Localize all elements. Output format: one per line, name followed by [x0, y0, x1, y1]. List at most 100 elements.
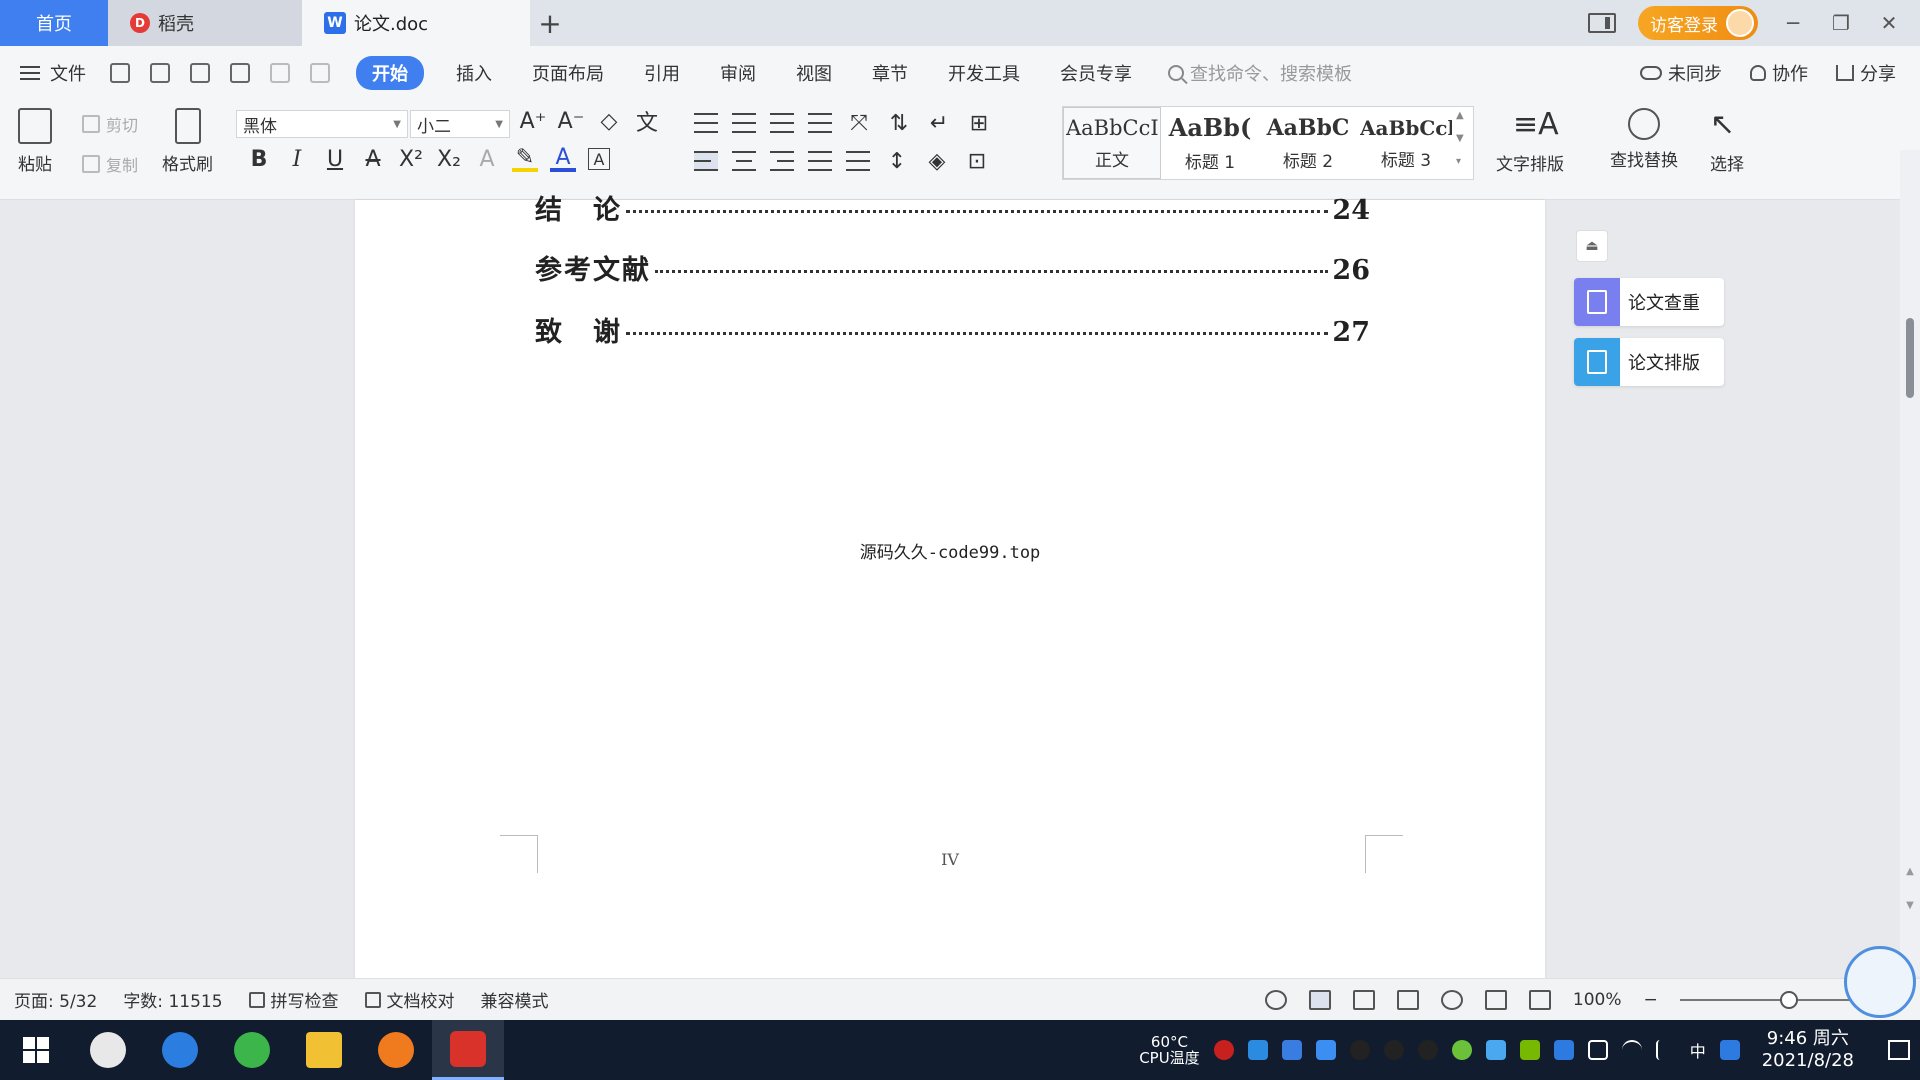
font-size-select[interactable]: 小二 ▼	[410, 110, 510, 138]
tab-start[interactable]: 开始	[356, 56, 424, 90]
file-menu[interactable]: 文件	[20, 60, 86, 86]
tab-member[interactable]: 会员专享	[1040, 60, 1152, 86]
style-gallery-scroll[interactable]: ▲ ▼ ▾	[1456, 110, 1464, 167]
font-family-select[interactable]: 黑体 ▼	[236, 110, 408, 138]
input-method-icon[interactable]	[1719, 1040, 1740, 1060]
redo-icon[interactable]	[310, 63, 330, 83]
assistant-avatar[interactable]	[1844, 946, 1916, 1018]
spell-check-button[interactable]: 拼写检查	[248, 987, 339, 1012]
new-tab-button[interactable]: +	[530, 0, 570, 46]
paste-button[interactable]: 粘贴	[18, 108, 52, 175]
output-icon[interactable]	[150, 63, 170, 83]
numbered-list-icon[interactable]	[732, 113, 756, 133]
align-left-icon[interactable]	[694, 151, 718, 171]
eye-protection-icon[interactable]	[1264, 989, 1287, 1010]
zoom-level[interactable]: 100%	[1573, 990, 1622, 1010]
text-layout-button[interactable]: ≡A 文字排版	[1496, 108, 1564, 176]
paper-layout-button[interactable]: 论文排版	[1574, 338, 1724, 386]
taskbar-app-wps[interactable]	[432, 1020, 504, 1080]
tab-page-layout[interactable]: 页面布局	[512, 60, 624, 86]
style-heading-3[interactable]: AaBbCcl 标题 3	[1357, 107, 1455, 179]
highlight-icon[interactable]: ✎	[512, 145, 538, 172]
page-indicator[interactable]: 页面: 5/32	[14, 987, 97, 1012]
scrollbar-thumb[interactable]	[1906, 318, 1914, 398]
fit-page-icon[interactable]	[1528, 989, 1551, 1010]
decrease-indent-icon[interactable]	[770, 113, 794, 133]
document-page[interactable]: 结 论 24 参考文献 26 致 谢 27 源码久久-code99.top IV	[355, 195, 1545, 978]
tab-insert[interactable]: 插入	[436, 60, 512, 86]
tray-app-icon[interactable]	[1451, 1040, 1472, 1060]
style-normal[interactable]: AaBbCcI 正文	[1063, 107, 1161, 179]
align-right-icon[interactable]	[770, 151, 794, 171]
char-border-icon[interactable]: A	[588, 148, 610, 170]
qq-icon[interactable]	[1417, 1040, 1438, 1060]
collab-button[interactable]: 协作	[1750, 60, 1808, 86]
word-count[interactable]: 字数: 11515	[123, 987, 222, 1012]
tab-review[interactable]: 审阅	[700, 60, 776, 86]
page-view-icon[interactable]	[1308, 989, 1331, 1010]
close-button[interactable]: ✕	[1876, 11, 1902, 35]
system-clock[interactable]: 9:46 周六 2021/8/28	[1762, 1028, 1854, 1072]
superscript-icon[interactable]: X²	[398, 146, 424, 172]
qq-icon[interactable]	[1383, 1040, 1404, 1060]
wifi-icon[interactable]	[1621, 1040, 1642, 1060]
collapse-panel-button[interactable]: ⏏	[1576, 230, 1608, 262]
chinese-layout-icon[interactable]: ⤧	[846, 110, 872, 136]
battery-icon[interactable]	[1587, 1040, 1608, 1060]
outline-view-icon[interactable]	[1352, 989, 1375, 1010]
taskbar-app-game[interactable]	[360, 1020, 432, 1080]
print-preview-icon[interactable]	[230, 63, 250, 83]
cut-button[interactable]: 剪切	[82, 112, 138, 136]
shrink-font-icon[interactable]: A⁻	[558, 108, 585, 134]
restore-button[interactable]: ❐	[1828, 11, 1854, 35]
volume-icon[interactable]	[1655, 1040, 1676, 1060]
expand-icon[interactable]: ▾	[1456, 156, 1464, 167]
chevron-up-icon[interactable]: ▲	[1904, 866, 1916, 878]
shading-icon[interactable]: ◈	[924, 148, 950, 174]
tab-chapter[interactable]: 章节	[852, 60, 928, 86]
find-replace-button[interactable]: 查找替换	[1610, 108, 1678, 171]
subscript-icon[interactable]: X₂	[436, 146, 462, 172]
phonetic-guide-icon[interactable]: 文	[634, 108, 660, 136]
tray-app-icon[interactable]	[1485, 1040, 1506, 1060]
tray-app-icon[interactable]	[1281, 1040, 1302, 1060]
web-view-icon[interactable]	[1440, 989, 1463, 1010]
select-button[interactable]: ↖ 选择	[1710, 108, 1744, 176]
italic-icon[interactable]: I	[284, 146, 310, 172]
taskbar-app-browser[interactable]	[216, 1020, 288, 1080]
reading-view-icon[interactable]	[1396, 989, 1419, 1010]
visitor-login-button[interactable]: 访客登录	[1638, 6, 1758, 40]
style-heading-1[interactable]: AaBb( 标题 1	[1161, 107, 1259, 179]
input-method-indicator[interactable]: 中	[1690, 1038, 1706, 1062]
notification-icon[interactable]	[1888, 1040, 1910, 1060]
save-icon[interactable]	[110, 63, 130, 83]
grow-font-icon[interactable]: A⁺	[520, 108, 547, 134]
command-search[interactable]: 查找命令、搜索模板	[1168, 60, 1352, 86]
tab-daoke[interactable]: D 稻壳	[108, 0, 302, 46]
line-spacing-icon[interactable]: ↕	[884, 148, 910, 174]
vertical-scrollbar[interactable]: ▲ ▼	[1900, 150, 1920, 976]
zoom-slider[interactable]	[1679, 990, 1860, 1009]
justify-icon[interactable]	[808, 151, 832, 171]
font-color-icon[interactable]: A	[550, 145, 576, 172]
window-layout-icon[interactable]	[1588, 13, 1616, 33]
taskbar-app-explorer[interactable]	[288, 1020, 360, 1080]
sort-icon[interactable]: ⇅	[886, 110, 912, 136]
bluetooth-icon[interactable]	[1553, 1040, 1574, 1060]
zoom-out-button[interactable]: −	[1644, 990, 1658, 1010]
zoom-slider-knob[interactable]	[1779, 990, 1798, 1009]
tab-view[interactable]: 视图	[776, 60, 852, 86]
text-effect-icon[interactable]: A	[474, 146, 500, 172]
chevron-down-icon[interactable]: ▼	[1456, 133, 1464, 144]
shield-icon[interactable]	[1315, 1040, 1336, 1060]
bold-icon[interactable]: B	[246, 146, 272, 172]
format-painter-button[interactable]: 格式刷	[162, 108, 213, 175]
tray-app-icon[interactable]	[1247, 1040, 1268, 1060]
tab-document[interactable]: W 论文.doc	[302, 0, 530, 46]
copy-button[interactable]: 复制	[82, 152, 138, 176]
show-marks-icon[interactable]: ↵	[926, 110, 952, 136]
strikethrough-icon[interactable]: A	[360, 146, 386, 172]
paper-check-button[interactable]: 论文查重	[1574, 278, 1724, 326]
clear-format-icon[interactable]: ◇	[596, 108, 622, 134]
print-icon[interactable]	[190, 63, 210, 83]
